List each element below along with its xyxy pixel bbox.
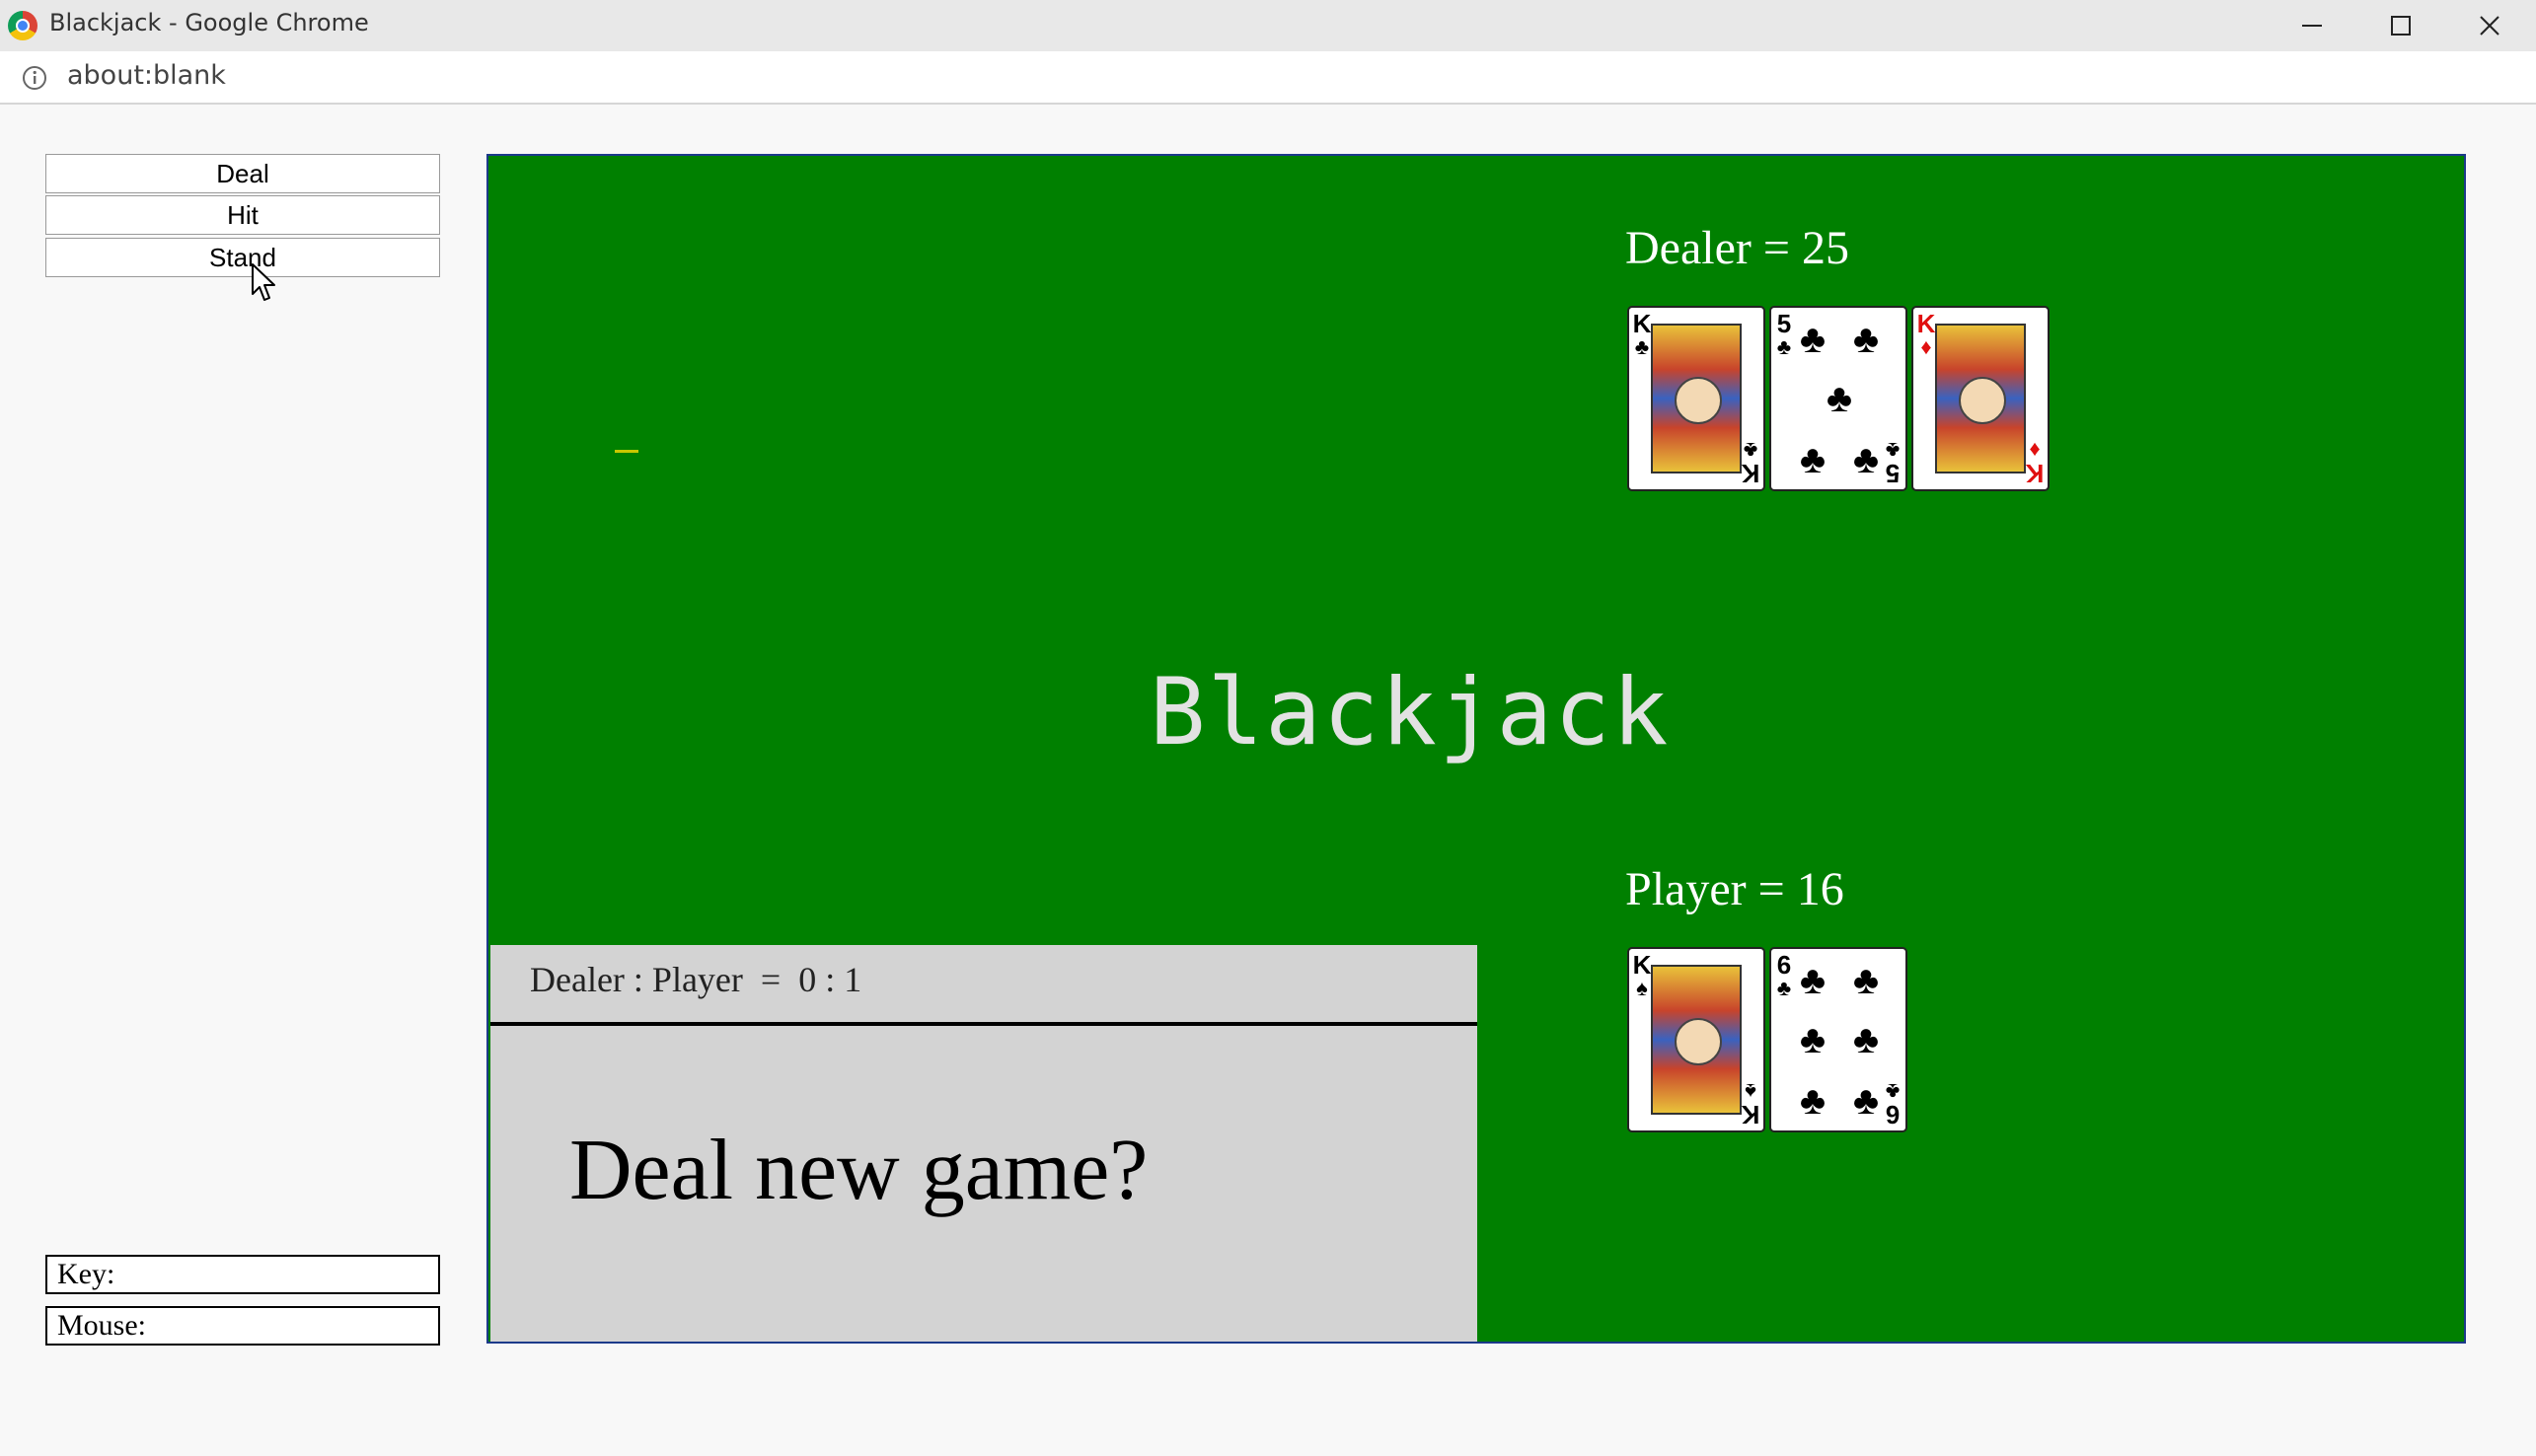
chrome-logo-icon [8,11,37,40]
player-score: Player = 16 [1625,863,1844,915]
club-pip-icon: ♣ [1799,438,1827,481]
key-status-field: Key: [45,1255,440,1294]
card-corner: K ♦ [1916,309,1936,359]
dealer-card-1: K ♣ K ♣ [1627,306,1765,491]
divider [490,1022,1477,1026]
card-corner: 5 ♣ [1776,309,1792,359]
club-pip-icon: ♣ [1799,318,1827,361]
card-corner: K ♦ [2025,438,2045,488]
url-text[interactable]: about:blank [67,60,226,91]
club-pip-icon: ♣ [1852,1079,1880,1123]
card-corner: K ♠ [1741,1079,1760,1129]
player-card-2: 6 ♣ ♣ ♣ ♣ ♣ ♣ ♣ 6 ♣ [1769,947,1907,1132]
stand-button[interactable]: Stand [45,238,440,277]
address-bar[interactable] [0,51,2536,105]
club-pip-icon: ♣ [1852,959,1880,1002]
club-pip-icon: ♣ [1826,377,1853,420]
card-corner: 5 ♣ [1885,438,1901,488]
window-title: Blackjack - Google Chrome [49,9,369,36]
card-corner: K ♣ [1632,309,1652,359]
club-pip-icon: ♣ [1852,1018,1880,1061]
king-face-icon [1651,965,1742,1115]
dealer-card-2: 5 ♣ ♣ ♣ ♣ ♣ ♣ 5 ♣ [1769,306,1907,491]
mouse-status-field: Mouse: [45,1306,440,1346]
minimize-button[interactable] [2268,0,2356,51]
close-icon [2480,16,2499,36]
game-table[interactable]: Dealer = 25 K ♣ K ♣ 5 ♣ ♣ ♣ ♣ ♣ ♣ 5 ♣ K ♦ K ♦ … [486,154,2466,1344]
close-button[interactable] [2445,0,2534,51]
club-pip-icon: ♣ [1799,959,1827,1002]
score-tally: Dealer : Player = 0 : 1 [530,960,862,999]
maximize-icon [2391,16,2411,36]
king-face-icon [1935,324,2026,473]
club-pip-icon: ♣ [1799,1079,1827,1123]
deal-button[interactable]: Deal [45,154,440,193]
table-mark [615,450,638,453]
title-bar: Blackjack - Google Chrome [0,0,2536,51]
dealer-score: Dealer = 25 [1625,222,1849,274]
info-icon[interactable] [22,65,47,91]
card-corner: 6 ♣ [1885,1079,1901,1129]
dealer-card-3: K ♦ K ♦ [1911,306,2050,491]
hit-button[interactable]: Hit [45,195,440,235]
card-corner: K ♠ [1632,950,1652,1000]
card-corner: 6 ♣ [1776,950,1792,1000]
club-pip-icon: ♣ [1852,438,1880,481]
card-corner: K ♣ [1741,438,1760,488]
club-pip-icon: ♣ [1852,318,1880,361]
player-card-1: K ♠ K ♠ [1627,947,1765,1132]
deal-prompt: Deal new game? [569,1123,1149,1218]
minimize-icon [2302,25,2322,27]
club-pip-icon: ♣ [1799,1018,1827,1061]
game-title: Blackjack [1150,659,1671,766]
king-face-icon [1651,324,1742,473]
maximize-button[interactable] [2356,0,2445,51]
message-panel: Dealer : Player = 0 : 1 Deal new game? [490,945,1477,1342]
mouse-pointer-icon [252,263,275,301]
